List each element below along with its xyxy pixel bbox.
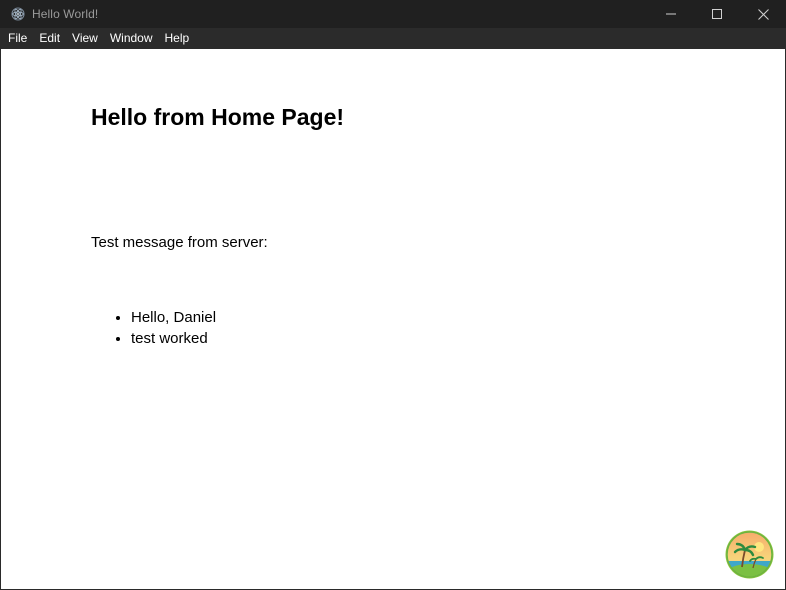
- window-title: Hello World!: [32, 7, 99, 21]
- menu-file[interactable]: File: [0, 28, 33, 49]
- minimize-button[interactable]: [648, 0, 694, 28]
- title-bar[interactable]: Hello World!: [0, 0, 786, 28]
- page-title: Hello from Home Page!: [91, 104, 345, 130]
- minimize-icon: [666, 13, 676, 15]
- close-icon: [757, 8, 769, 20]
- app-window: Hello World! File Edit View Window Help …: [0, 0, 786, 590]
- message-list: Hello, Daniel test worked: [91, 307, 216, 349]
- window-controls: [648, 0, 786, 28]
- menu-help[interactable]: Help: [159, 28, 196, 49]
- palm-island-avatar-icon: [725, 530, 774, 579]
- server-message-label: Test message from server:: [91, 234, 268, 251]
- list-item: test worked: [131, 328, 216, 349]
- menu-view[interactable]: View: [66, 28, 104, 49]
- list-item: Hello, Daniel: [131, 307, 216, 328]
- menu-bar: File Edit View Window Help: [0, 28, 786, 49]
- menu-edit[interactable]: Edit: [33, 28, 66, 49]
- maximize-icon: [712, 9, 722, 19]
- page-content: Hello from Home Page! Test message from …: [0, 49, 786, 590]
- electron-icon: [11, 7, 25, 21]
- maximize-button[interactable]: [694, 0, 740, 28]
- floating-avatar-button[interactable]: [725, 530, 774, 579]
- close-button[interactable]: [740, 0, 786, 28]
- menu-window[interactable]: Window: [104, 28, 159, 49]
